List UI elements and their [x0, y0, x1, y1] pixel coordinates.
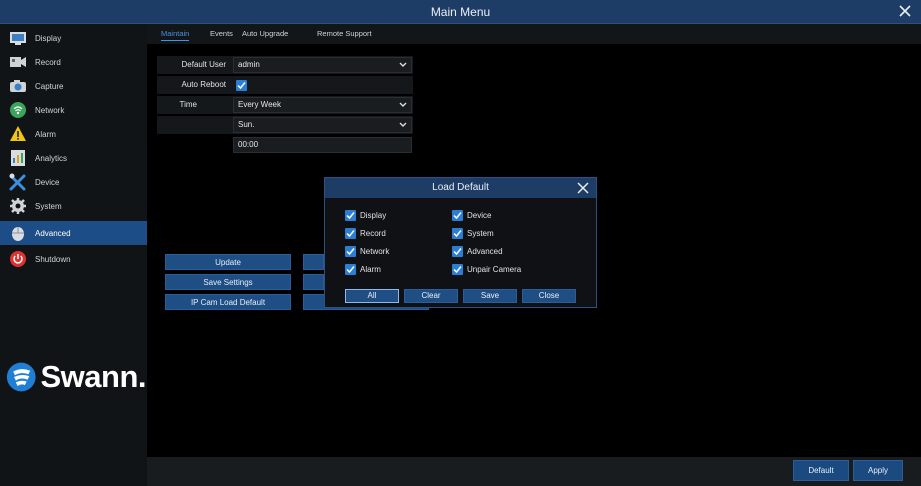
alarm-checkbox[interactable]: [345, 264, 356, 275]
close-icon[interactable]: [576, 181, 590, 195]
window-title: Main Menu: [430, 5, 491, 19]
display-icon: [9, 29, 27, 47]
check-icon: [453, 266, 462, 274]
auto-reboot-checkbox[interactable]: [236, 80, 247, 91]
system-icon: [9, 197, 27, 215]
tab-events[interactable]: Events: [210, 24, 233, 44]
sidebar-item-label: Alarm: [35, 129, 56, 139]
shutdown-icon: [9, 250, 27, 268]
title-bar: Main Menu: [0, 0, 921, 24]
check-icon: [453, 248, 462, 256]
chevron-down-icon: [399, 102, 407, 107]
sidebar-item-advanced[interactable]: Advanced: [0, 221, 147, 245]
clear-button[interactable]: Clear: [404, 289, 458, 303]
save-settings-button[interactable]: Save Settings: [165, 274, 291, 290]
logo-text: Swann.: [40, 359, 146, 394]
sidebar-item-record[interactable]: Record: [0, 50, 147, 74]
sidebar-item-label: Capture: [35, 81, 64, 91]
advanced-icon: [9, 224, 27, 242]
update-button[interactable]: Update: [165, 254, 291, 270]
network-icon: [9, 101, 27, 119]
swann-logo: Swann.: [6, 355, 146, 399]
sidebar-item-system[interactable]: System: [0, 194, 147, 218]
capture-icon: [9, 77, 27, 95]
tab-remote-support[interactable]: Remote Support: [317, 24, 372, 44]
default-user-select[interactable]: admin: [233, 57, 412, 73]
sidebar-item-capture[interactable]: Capture: [0, 74, 147, 98]
sidebar-item-label: Device: [35, 177, 60, 187]
chevron-down-icon: [399, 122, 407, 127]
day-value: Sun.: [238, 120, 255, 129]
time-input-value: 00:00: [238, 140, 259, 149]
chevron-down-icon: [399, 62, 407, 67]
device-checkbox[interactable]: [452, 210, 463, 221]
device-option-label: Device: [467, 211, 492, 220]
display-option-label: Display: [360, 211, 387, 220]
tab-maintain[interactable]: Maintain: [161, 24, 190, 44]
record-option-label: Record: [360, 229, 386, 238]
advanced-option-label: Advanced: [467, 247, 503, 256]
default-user-value: admin: [238, 60, 260, 69]
sidebar-item-label: System: [35, 201, 62, 211]
check-icon: [346, 248, 355, 256]
sidebar: Display Record Capture Network Alarm Ana…: [0, 24, 147, 486]
save-button[interactable]: Save: [463, 289, 517, 303]
time-frequency-value: Every Week: [238, 100, 281, 109]
sidebar-item-label: Network: [35, 105, 65, 115]
analytics-icon: [9, 149, 27, 167]
sidebar-item-analytics[interactable]: Analytics: [0, 146, 147, 170]
apply-button[interactable]: Apply: [853, 460, 903, 481]
all-button[interactable]: All: [345, 289, 399, 303]
unpair-camera-checkbox[interactable]: [452, 264, 463, 275]
check-icon: [346, 266, 355, 274]
close-button[interactable]: Close: [522, 289, 576, 303]
alarm-option-label: Alarm: [360, 265, 381, 274]
default-user-label: Default User: [181, 60, 226, 69]
alarm-icon: [9, 125, 27, 143]
tab-auto-upgrade[interactable]: Auto Upgrade: [242, 24, 288, 44]
time-input[interactable]: 00:00: [233, 137, 412, 153]
check-icon: [453, 230, 462, 238]
check-icon: [346, 212, 355, 220]
display-checkbox[interactable]: [345, 210, 356, 221]
default-button[interactable]: Default: [793, 460, 849, 481]
sidebar-item-label: Analytics: [35, 153, 68, 163]
sidebar-item-label: Record: [35, 57, 61, 67]
unpair-camera-option-label: Unpair Camera: [467, 265, 522, 274]
system-checkbox[interactable]: [452, 228, 463, 239]
advanced-checkbox[interactable]: [452, 246, 463, 257]
sidebar-item-shutdown[interactable]: Shutdown: [0, 247, 147, 271]
device-icon: [9, 173, 27, 191]
auto-reboot-label: Auto Reboot: [181, 80, 226, 89]
ipcam-load-default-button[interactable]: IP Cam Load Default: [165, 294, 291, 310]
dialog-title: Load Default: [325, 178, 596, 198]
check-icon: [346, 230, 355, 238]
close-icon[interactable]: [897, 3, 913, 19]
sidebar-item-device[interactable]: Device: [0, 170, 147, 194]
load-default-dialog: Load Default Display Record Network Alar…: [324, 177, 597, 308]
sidebar-item-alarm[interactable]: Alarm: [0, 122, 147, 146]
check-icon: [453, 212, 462, 220]
sidebar-item-label: Shutdown: [35, 254, 71, 264]
sidebar-item-label: Advanced: [35, 228, 71, 238]
system-option-label: System: [467, 229, 494, 238]
partial-button[interactable]: [303, 274, 324, 290]
record-checkbox[interactable]: [345, 228, 356, 239]
check-icon: [237, 82, 246, 90]
sidebar-item-network[interactable]: Network: [0, 98, 147, 122]
network-checkbox[interactable]: [345, 246, 356, 257]
record-icon: [9, 53, 27, 71]
tab-bar: Maintain Events Auto Upgrade Remote Supp…: [147, 24, 921, 44]
time-frequency-select[interactable]: Every Week: [233, 97, 412, 113]
day-select[interactable]: Sun.: [233, 117, 412, 133]
sidebar-item-display[interactable]: Display: [0, 26, 147, 50]
time-label: Time: [179, 100, 197, 109]
network-option-label: Network: [360, 247, 390, 256]
partial-button[interactable]: [303, 254, 324, 270]
sidebar-item-label: Display: [35, 33, 62, 43]
swann-logo-icon: [6, 362, 36, 392]
